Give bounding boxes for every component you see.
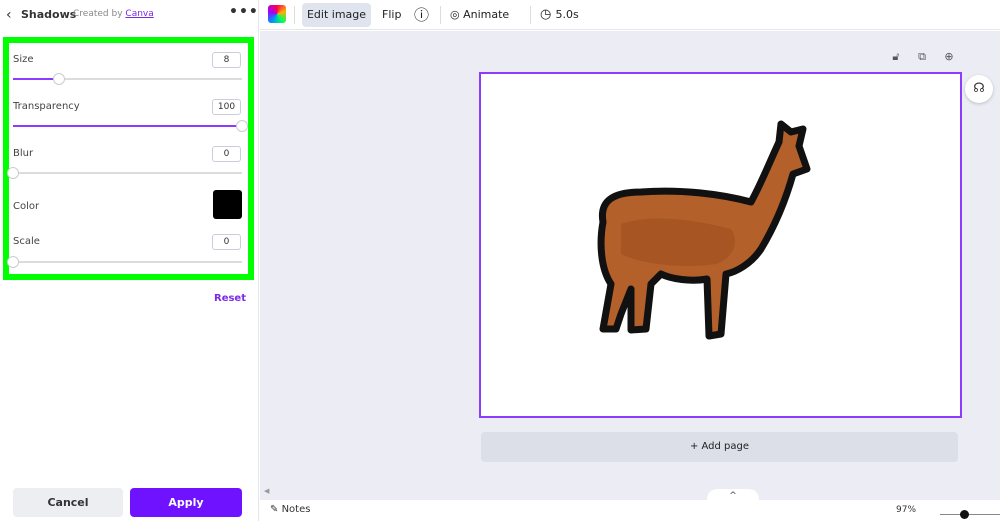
animate-label: Animate: [463, 8, 510, 21]
bottom-bar: ✎ Notes 97%: [260, 500, 1000, 521]
reset-button[interactable]: Reset: [214, 293, 246, 304]
scale-input[interactable]: 0: [212, 234, 241, 250]
panel-title: Shadows: [21, 8, 77, 21]
comment-add-icon[interactable]: ☊: [965, 75, 993, 103]
transparency-input[interactable]: 100: [212, 99, 241, 115]
created-by-label: Created by: [73, 9, 123, 19]
zoom-slider-thumb[interactable]: [960, 510, 969, 519]
notes-icon: ✎: [270, 504, 282, 515]
toolbar-divider: [440, 6, 441, 24]
blur-slider[interactable]: [7, 167, 242, 179]
color-swatch[interactable]: [213, 190, 242, 219]
cancel-button[interactable]: Cancel: [13, 488, 123, 517]
color-label: Color: [13, 201, 40, 212]
more-options-icon[interactable]: •••: [229, 4, 259, 20]
notes-button[interactable]: ✎ Notes: [270, 504, 310, 515]
lock-icon[interactable]: 🔓︎: [889, 50, 903, 64]
canvas-area: 🔓︎ ⧉ ⊕ ☊ + Add page: [260, 31, 1000, 485]
add-page-icon[interactable]: ⊕: [942, 50, 956, 64]
creator-link[interactable]: Canva: [125, 9, 153, 19]
transparency-slider-thumb[interactable]: [236, 120, 248, 132]
scale-slider-thumb[interactable]: [7, 256, 19, 268]
size-label: Size: [13, 54, 34, 65]
color-picker-icon[interactable]: [268, 5, 286, 23]
animate-icon: ◎: [450, 8, 464, 21]
duration-button[interactable]: ◷ 5.0s: [540, 3, 579, 27]
scale-slider[interactable]: [7, 256, 242, 268]
apply-button[interactable]: Apply: [130, 488, 242, 517]
toolbar-divider: [294, 6, 295, 24]
zoom-slider[interactable]: [940, 510, 1000, 519]
blur-slider-thumb[interactable]: [7, 167, 19, 179]
blur-label: Blur: [13, 148, 34, 159]
back-icon[interactable]: ‹: [6, 7, 20, 23]
clock-icon: ◷: [540, 7, 556, 22]
horizontal-scrollbar[interactable]: ◀ ^: [260, 485, 1000, 503]
size-slider-fill: [13, 78, 59, 80]
zoom-level[interactable]: 97%: [896, 505, 916, 515]
toolbar-divider: [530, 6, 531, 24]
duplicate-icon[interactable]: ⧉: [915, 50, 929, 64]
created-by: Created by Canva: [73, 9, 154, 19]
size-slider-thumb[interactable]: [52, 73, 65, 85]
transparency-label: Transparency: [13, 101, 80, 112]
design-page[interactable]: [479, 72, 962, 418]
size-slider[interactable]: [13, 73, 242, 85]
panel-header: ‹ Shadows Created by Canva •••: [0, 0, 259, 30]
shadows-panel: ‹ Shadows Created by Canva ••• Size 8 Tr…: [0, 0, 259, 521]
info-icon[interactable]: ⓘ: [414, 3, 429, 27]
transparency-slider-fill: [13, 125, 242, 127]
animate-button[interactable]: ◎ Animate: [450, 3, 509, 27]
shadow-controls: Size 8 Transparency 100 Blur 0 Color Sca…: [3, 37, 254, 280]
scale-label: Scale: [13, 236, 40, 247]
scroll-left-icon[interactable]: ◀: [264, 487, 269, 495]
transparency-slider[interactable]: [13, 120, 248, 132]
duration-label: 5.0s: [555, 8, 579, 21]
flip-button[interactable]: Flip: [382, 3, 401, 27]
add-page-button[interactable]: + Add page: [481, 432, 958, 462]
edit-image-button[interactable]: Edit image: [302, 3, 371, 27]
size-input[interactable]: 8: [212, 52, 241, 68]
blur-input[interactable]: 0: [212, 146, 241, 162]
notes-label: Notes: [281, 504, 311, 515]
alpaca-image[interactable]: [481, 74, 964, 420]
editor-toolbar: Edit image Flip ⓘ ◎ Animate ◷ 5.0s: [260, 0, 1000, 30]
